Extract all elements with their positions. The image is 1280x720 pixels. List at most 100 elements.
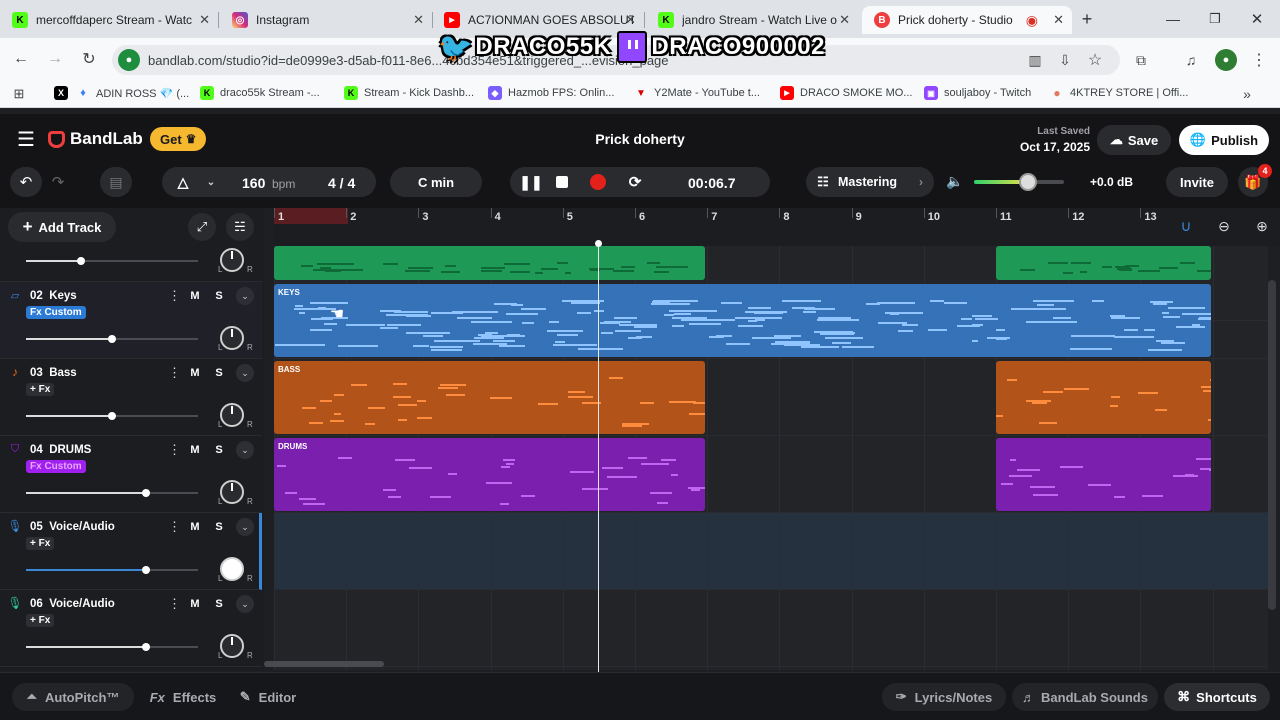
browser-tab-active[interactable]: B Prick doherty - Studio ◉ ✕	[862, 6, 1072, 34]
playhead-handle[interactable]	[595, 240, 602, 247]
key-selector[interactable]: C min	[390, 167, 482, 197]
vertical-scrollbar[interactable]	[1268, 280, 1276, 610]
close-tab-icon[interactable]: ✕	[199, 12, 210, 28]
playhead[interactable]	[598, 242, 599, 672]
reload-icon[interactable]: ↻	[78, 48, 100, 70]
solo-button[interactable]: S	[210, 595, 228, 613]
install-icon[interactable]: ⇩	[1054, 49, 1076, 71]
pan-knob[interactable]: LR	[218, 557, 253, 583]
track-name[interactable]: 05 Voice/Audio	[30, 521, 115, 533]
browser-tab[interactable]: ◎ Instagram ✕	[220, 6, 432, 34]
volume-knob[interactable]	[108, 335, 116, 343]
bookmark-star-icon[interactable]: ☆	[1084, 49, 1106, 71]
chevron-down-icon[interactable]: ⌄	[236, 364, 254, 382]
new-tab-icon[interactable]: +	[1076, 8, 1098, 30]
pan-knob[interactable]: LR	[218, 403, 253, 429]
bookmark-item[interactable]: Kdraco55k Stream -...	[200, 86, 320, 100]
add-fx-button[interactable]: + Fx	[26, 383, 55, 396]
bookmark-item[interactable]: ▶ DRACO SMOKE MO...	[780, 86, 912, 100]
bookmark-item[interactable]: K Stream - Kick Dashb...	[344, 86, 474, 100]
mute-button[interactable]: M	[186, 364, 204, 382]
site-info-icon[interactable]: ●	[118, 49, 140, 71]
audio-region[interactable]	[996, 361, 1211, 434]
volume-knob[interactable]	[142, 566, 151, 574]
close-tab-icon[interactable]: ✕	[839, 12, 850, 28]
chevron-down-icon[interactable]: ⌄	[236, 441, 254, 459]
pan-knob[interactable]: LR	[218, 634, 253, 660]
track-row[interactable]: ♪ 03 Bass + Fx ⋮ M S ⌄ LR	[0, 359, 262, 436]
solo-button[interactable]: S	[210, 287, 228, 305]
minimize-icon[interactable]: —	[1162, 8, 1184, 30]
track-volume-slider[interactable]	[26, 412, 198, 420]
mute-button[interactable]: M	[186, 518, 204, 536]
pan-knob[interactable]: LR	[218, 248, 253, 274]
close-tab-icon[interactable]: ✕	[1053, 12, 1064, 28]
media-icon[interactable]: ♫	[1180, 49, 1202, 71]
chevron-down-icon[interactable]: ⌄	[236, 595, 254, 613]
save-icon[interactable]: ▤	[100, 167, 132, 197]
audio-region[interactable]	[996, 246, 1211, 280]
track-volume-slider[interactable]	[26, 643, 198, 651]
bookmark-item[interactable]: ● 4KTREY STORE | Offi...	[1050, 86, 1188, 100]
stop-icon[interactable]	[552, 172, 572, 192]
solo-button[interactable]: S	[210, 364, 228, 382]
track-lane[interactable]	[274, 513, 1268, 590]
audio-region[interactable]: DRUMS	[274, 438, 706, 511]
lyrics-notes-button[interactable]: ✑ Lyrics/Notes	[882, 683, 1006, 711]
track-volume-slider[interactable]	[26, 257, 198, 265]
forward-icon[interactable]: →	[44, 48, 66, 70]
autopitch-button[interactable]: ⏶ AutoPitch™	[12, 683, 134, 711]
add-fx-button[interactable]: + Fx	[26, 537, 55, 550]
track-row[interactable]: ⛉ 04 DRUMS Fx Custom ⋮ M S ⌄ LR	[0, 436, 262, 513]
pan-knob[interactable]: LR	[218, 326, 253, 352]
fx-custom-badge[interactable]: Fx Custom	[26, 306, 86, 319]
volume-knob[interactable]	[77, 257, 86, 265]
shortcuts-button[interactable]: ⌘ Shortcuts	[1164, 683, 1270, 711]
zoom-out-icon[interactable]: ⊖	[1212, 214, 1236, 238]
bookmark-item[interactable]: ♦ ADIN ROSS 💎 (...	[76, 86, 189, 100]
chevron-down-icon[interactable]: ⌄	[200, 171, 222, 193]
track-row-selected[interactable]: 🎙 05 Voice/Audio + Fx ⋮ M S ⌄ LR	[0, 513, 262, 590]
track-options-icon[interactable]: ⋮	[168, 288, 181, 304]
mute-button[interactable]: M	[186, 287, 204, 305]
audio-region[interactable]	[274, 246, 706, 280]
back-icon[interactable]: ←	[10, 48, 32, 70]
browser-tab[interactable]: K mercoffdaperc Stream - Watc ✕	[0, 6, 218, 34]
save-button[interactable]: ☁ Save	[1097, 125, 1171, 155]
bookmark-item[interactable]: ◆ Hazmob FPS: Onlin...	[488, 86, 614, 100]
timeline-ruler[interactable]: 1 2 3 4 5 6 7 8 9 10 11 12 13	[274, 208, 1280, 246]
track-name[interactable]: 06 Voice/Audio	[30, 598, 115, 610]
pause-icon[interactable]: ❚❚	[519, 171, 542, 193]
track-name[interactable]: 03 Bass	[30, 367, 77, 379]
track-name[interactable]: 02 Keys	[30, 290, 77, 302]
invite-button[interactable]: Invite	[1166, 167, 1228, 197]
more-bookmarks-icon[interactable]: »	[1238, 85, 1256, 103]
effects-button[interactable]: Fx Effects	[140, 683, 226, 711]
close-tab-icon[interactable]: ✕	[413, 12, 424, 28]
bookmark-item[interactable]: X	[54, 86, 74, 100]
restore-icon[interactable]: ❐	[1204, 8, 1226, 30]
publish-button[interactable]: 🌐 Publish	[1179, 125, 1269, 155]
track-row[interactable]: 🎙 06 Voice/Audio + Fx ⋮ M S ⌄ LR	[0, 590, 262, 667]
track-volume-slider[interactable]	[26, 489, 198, 497]
bookmark-item[interactable]: ▼ Y2Mate - YouTube t...	[634, 86, 760, 100]
loop-region[interactable]	[274, 208, 348, 224]
bpm-value[interactable]: 160	[242, 175, 265, 191]
master-volume-knob[interactable]	[1019, 173, 1037, 191]
bookmark-item[interactable]: ▣ souljaboy - Twitch	[924, 86, 1031, 100]
editor-button[interactable]: ✎ Editor	[228, 683, 308, 711]
track-options-icon[interactable]: ⋮	[168, 365, 181, 381]
audio-region[interactable]	[996, 438, 1211, 511]
track-options-icon[interactable]: ⋮	[168, 442, 181, 458]
metronome-icon[interactable]: △	[172, 171, 194, 193]
track-options-icon[interactable]: ⋮	[168, 596, 181, 612]
pan-knob[interactable]: LR	[218, 480, 253, 506]
speaker-icon[interactable]: 🔈	[944, 170, 966, 192]
loop-icon[interactable]: ⟳	[624, 171, 646, 193]
horizontal-scrollbar[interactable]	[264, 661, 384, 667]
arrangement-view[interactable]: KEYS BASS DRUMS	[274, 246, 1268, 670]
chevron-down-icon[interactable]: ⌄	[236, 287, 254, 305]
solo-button[interactable]: S	[210, 441, 228, 459]
bandlab-sounds-button[interactable]: ♬ BandLab Sounds	[1012, 683, 1158, 711]
apps-icon[interactable]: ⊞	[10, 85, 28, 103]
